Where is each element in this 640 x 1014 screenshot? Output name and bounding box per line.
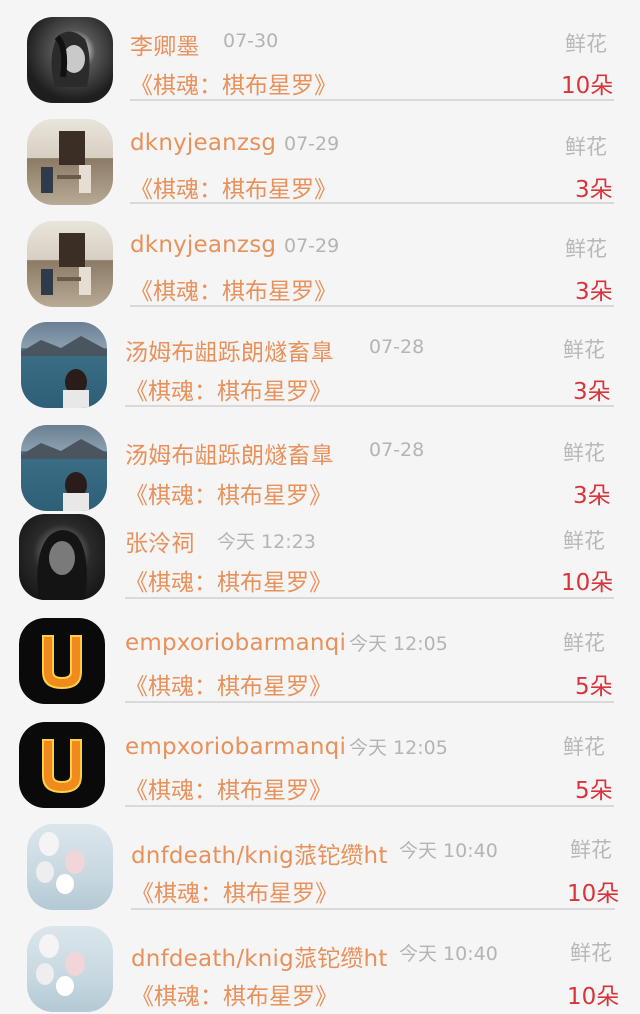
divider <box>125 701 614 703</box>
timestamp: 07-30 <box>223 30 279 52</box>
cafe-photo-icon[interactable] <box>27 119 113 205</box>
timestamp: 今天 12:05 <box>349 737 448 759</box>
divider <box>131 908 615 910</box>
user-name[interactable]: empxoriobarmanqi <box>125 734 346 760</box>
book-title[interactable]: 《棋魂：棋布星罗》 <box>125 563 332 597</box>
book-title[interactable]: 《棋魂：棋布星罗》 <box>125 476 332 510</box>
user-name[interactable]: 张泠祠 <box>125 524 195 558</box>
user-name[interactable]: dnfdeath/knig蒎铊缵ht <box>131 939 388 973</box>
user-name[interactable]: dknyjeanzsg <box>130 232 276 258</box>
book-title[interactable]: 《棋魂：棋布星罗》 <box>125 372 332 406</box>
book-title[interactable]: 《棋魂：棋布星罗》 <box>130 66 337 100</box>
balloons-icon[interactable] <box>27 824 113 910</box>
book-title[interactable]: 《棋魂：棋布星罗》 <box>125 771 332 805</box>
gift-count: 3朵 <box>575 279 613 305</box>
book-title[interactable]: 《棋魂：棋布星罗》 <box>131 874 338 908</box>
user-name[interactable]: empxoriobarmanqi <box>125 630 346 656</box>
gift-type-label: 鲜花 <box>565 135 607 159</box>
divider <box>125 805 614 807</box>
list-item[interactable]: dnfdeath/knig蒎铊缵ht 今天 10:40 鲜花 《棋魂：棋布星罗》… <box>0 820 640 922</box>
list-item[interactable]: 张泠祠 今天 12:23 鲜花 《棋魂：棋布星罗》 10朵 <box>0 508 640 610</box>
gift-type-label: 鲜花 <box>563 338 605 362</box>
list-item[interactable]: dknyjeanzsg 07-29 鲜花 《棋魂：棋布星罗》 3朵 <box>0 103 640 205</box>
gift-count: 10朵 <box>567 984 620 1010</box>
divider <box>130 202 614 204</box>
user-name[interactable]: dnfdeath/knig蒎铊缵ht <box>131 836 388 870</box>
fire-letter-u-icon[interactable] <box>19 722 105 808</box>
gift-count: 10朵 <box>561 73 614 99</box>
user-name[interactable]: 李卿墨 <box>130 27 200 61</box>
gift-count: 3朵 <box>573 483 611 509</box>
gift-type-label: 鲜花 <box>563 631 605 655</box>
gift-count: 10朵 <box>561 570 614 596</box>
list-item[interactable]: 汤姆布龃跞朗燧畜臯 07-28 鲜花 《棋魂：棋布星罗》 3朵 <box>0 308 640 410</box>
timestamp: 07-28 <box>369 439 425 461</box>
book-title[interactable]: 《棋魂：棋布星罗》 <box>130 170 337 204</box>
divider <box>125 405 614 407</box>
gift-type-label: 鲜花 <box>565 237 607 261</box>
timestamp: 今天 10:40 <box>399 840 498 862</box>
girl-dark-icon[interactable] <box>27 17 113 103</box>
portrait-dark-icon[interactable] <box>19 514 105 600</box>
gift-type-label: 鲜花 <box>565 32 607 56</box>
divider <box>130 305 614 307</box>
gift-count: 10朵 <box>567 881 620 907</box>
lake-girl-icon[interactable] <box>21 322 107 408</box>
divider <box>125 597 614 599</box>
gift-type-label: 鲜花 <box>570 838 612 862</box>
book-title[interactable]: 《棋魂：棋布星罗》 <box>125 667 332 701</box>
timestamp: 07-29 <box>284 133 340 155</box>
gift-type-label: 鲜花 <box>563 735 605 759</box>
book-title[interactable]: 《棋魂：棋布星罗》 <box>130 272 337 306</box>
list-item[interactable]: dknyjeanzsg 07-29 鲜花 《棋魂：棋布星罗》 3朵 <box>0 205 640 307</box>
gift-type-label: 鲜花 <box>563 441 605 465</box>
timestamp: 07-29 <box>284 235 340 257</box>
user-name[interactable]: 汤姆布龃跞朗燧畜臯 <box>125 333 334 367</box>
fire-letter-u-icon[interactable] <box>19 618 105 704</box>
balloons-icon[interactable] <box>27 926 113 1012</box>
divider <box>130 99 614 101</box>
gift-type-label: 鲜花 <box>563 529 605 553</box>
lake-girl-icon[interactable] <box>21 425 107 511</box>
gift-count: 5朵 <box>575 778 613 804</box>
gift-count: 3朵 <box>573 379 611 405</box>
timestamp: 今天 12:23 <box>217 531 316 553</box>
list-item[interactable]: empxoriobarmanqi 今天 12:05 鲜花 《棋魂：棋布星罗》 5… <box>0 716 640 818</box>
timestamp: 今天 10:40 <box>399 943 498 965</box>
list-item[interactable]: 李卿墨 07-30 鲜花 《棋魂：棋布星罗》 10朵 <box>0 0 640 103</box>
gift-type-label: 鲜花 <box>570 941 612 965</box>
gift-record-list: 李卿墨 07-30 鲜花 《棋魂：棋布星罗》 10朵 dknyjeanzsg 0… <box>0 0 640 1014</box>
book-title[interactable]: 《棋魂：棋布星罗》 <box>131 977 338 1011</box>
list-item[interactable]: empxoriobarmanqi 今天 12:05 鲜花 《棋魂：棋布星罗》 5… <box>0 612 640 714</box>
list-item[interactable]: 汤姆布龃跞朗燧畜臯 07-28 鲜花 《棋魂：棋布星罗》 3朵 <box>0 411 640 513</box>
gift-count: 5朵 <box>575 674 613 700</box>
cafe-photo-icon[interactable] <box>27 221 113 307</box>
user-name[interactable]: dknyjeanzsg <box>130 130 276 156</box>
gift-count: 3朵 <box>575 177 613 203</box>
timestamp: 今天 12:05 <box>349 633 448 655</box>
timestamp: 07-28 <box>369 336 425 358</box>
list-item[interactable]: dnfdeath/knig蒎铊缵ht 今天 10:40 鲜花 《棋魂：棋布星罗》… <box>0 922 640 1014</box>
user-name[interactable]: 汤姆布龃跞朗燧畜臯 <box>125 436 334 470</box>
